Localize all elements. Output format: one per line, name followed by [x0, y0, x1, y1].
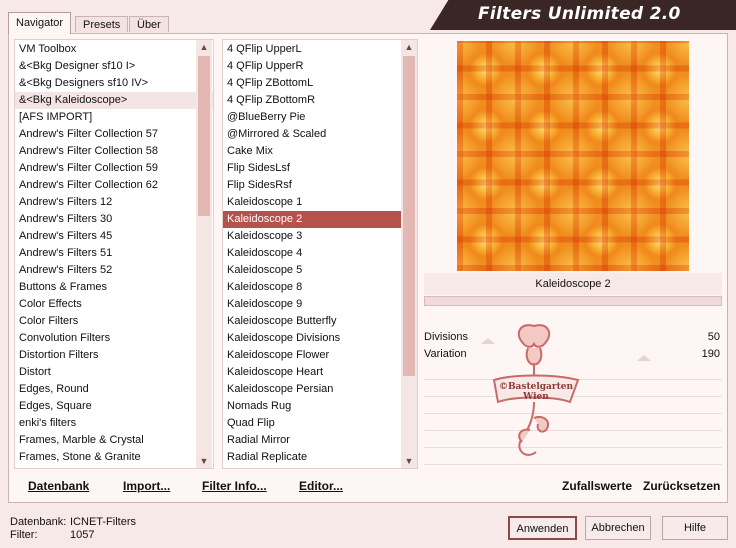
list-item[interactable]: Andrew's Filters 52 [15, 262, 213, 279]
list-item[interactable]: Kaleidoscope 3 [223, 228, 417, 245]
list-item[interactable]: Andrew's Filter Collection 62 [15, 177, 213, 194]
tab-presets[interactable]: Presets [75, 16, 129, 32]
list-item[interactable]: Edges, Square [15, 398, 213, 415]
list-item[interactable]: Kaleidoscope 9 [223, 296, 417, 313]
param-label: Variation [424, 348, 467, 360]
list-item[interactable]: 4 QFlip ZBottomR [223, 92, 417, 109]
category-list[interactable]: VM Toolbox &<Bkg Designer sf10 I> &<Bkg De… [14, 39, 214, 469]
list-item[interactable]: 4 QFlip UpperR [223, 58, 417, 75]
progress-bar [424, 296, 722, 306]
watermark-text-1: ©Bastelgarten [499, 382, 574, 392]
list-item[interactable]: Convolution Filters [15, 330, 213, 347]
list-item[interactable]: Distort [15, 364, 213, 381]
random-values-button[interactable]: Zufallswerte [562, 479, 632, 493]
param-label: Divisions [424, 331, 469, 343]
category-scrollbar[interactable]: ▲ ▼ [196, 40, 212, 468]
status-filter-label: Filter: [10, 529, 38, 541]
list-item[interactable]: Radial Replicate [223, 449, 417, 466]
list-item[interactable]: Kaleidoscope 8 [223, 279, 417, 296]
list-item[interactable]: Kaleidoscope Butterfly [223, 313, 417, 330]
app-title: Filters Unlimited 2.0 [478, 4, 681, 24]
preview-filter-name: Kaleidoscope 2 [424, 273, 722, 295]
list-item[interactable]: Kaleidoscope 1 [223, 194, 417, 211]
list-item[interactable]: VM Toolbox [15, 41, 213, 58]
scroll-up-icon[interactable]: ▲ [196, 40, 212, 54]
list-item[interactable]: &<Bkg Designers sf10 IV> [15, 75, 213, 92]
list-item[interactable]: Andrew's Filters 45 [15, 228, 213, 245]
list-item[interactable]: Kaleidoscope 2 [223, 211, 417, 228]
list-item[interactable]: Distortion Filters [15, 347, 213, 364]
cancel-button[interactable]: Abbrechen [585, 516, 651, 540]
list-item[interactable]: enki's filters [15, 415, 213, 432]
list-item[interactable]: Kaleidoscope 4 [223, 245, 417, 262]
list-item[interactable]: Cake Mix [223, 143, 417, 160]
reset-button[interactable]: Zurücksetzen [643, 479, 720, 493]
list-item[interactable]: &<Bkg Kaleidoscope> [15, 92, 213, 109]
preview-pattern [457, 41, 689, 271]
list-item[interactable]: Andrew's Filter Collection 58 [15, 143, 213, 160]
list-item[interactable]: Andrew's Filters 12 [15, 194, 213, 211]
list-item[interactable]: Nomads Rug [223, 398, 417, 415]
filter-info-button[interactable]: Filter Info... [202, 479, 267, 493]
list-item[interactable]: Color Effects [15, 296, 213, 313]
watermark-logo: ©Bastelgarten Wien [492, 324, 580, 456]
list-item[interactable]: Kaleidoscope 5 [223, 262, 417, 279]
tab-uber[interactable]: Über [129, 16, 169, 32]
list-item[interactable]: Kaleidoscope Flower [223, 347, 417, 364]
param-value: 50 [707, 331, 720, 343]
editor-button[interactable]: Editor... [299, 479, 343, 493]
filter-list[interactable]: 4 QFlip UpperL 4 QFlip UpperR 4 QFlip ZBot… [222, 39, 418, 469]
list-item[interactable]: Andrew's Filter Collection 59 [15, 160, 213, 177]
list-item[interactable]: Andrew's Filter Collection 57 [15, 126, 213, 143]
scroll-down-icon[interactable]: ▼ [196, 454, 212, 468]
list-item[interactable]: 4 QFlip UpperL [223, 41, 417, 58]
list-item[interactable]: Edges, Round [15, 381, 213, 398]
apply-button[interactable]: Anwenden [508, 516, 577, 540]
list-item[interactable]: Color Filters [15, 313, 213, 330]
list-item[interactable]: Kaleidoscope Divisions [223, 330, 417, 347]
list-item[interactable]: Frames, Stone & Granite [15, 449, 213, 466]
help-button[interactable]: Hilfe [662, 516, 728, 540]
status-db-label: Datenbank: [10, 516, 67, 528]
list-item[interactable]: Buttons & Frames [15, 279, 213, 296]
watermark-text-2: Wien [522, 392, 549, 402]
param-value: 190 [701, 348, 720, 360]
scroll-thumb[interactable] [403, 56, 415, 376]
tab-navigator[interactable]: Navigator [8, 12, 72, 34]
scroll-thumb[interactable] [198, 56, 210, 216]
list-item[interactable]: Frames, Marble & Crystal [15, 432, 213, 449]
list-item[interactable]: @Mirrored & Scaled [223, 126, 417, 143]
list-item[interactable]: Quad Flip [223, 415, 417, 432]
status-db-value: ICNET-Filters [70, 516, 136, 528]
list-item[interactable]: &<Bkg Designer sf10 I> [15, 58, 213, 75]
list-item[interactable]: Flip SidesRsf [223, 177, 417, 194]
database-button[interactable]: Datenbank [28, 479, 89, 493]
list-item[interactable]: [AFS IMPORT] [15, 109, 213, 126]
slider-thumb[interactable] [637, 355, 651, 361]
list-item[interactable]: Kaleidoscope Persian [223, 381, 417, 398]
list-item[interactable]: Kaleidoscope Heart [223, 364, 417, 381]
list-item[interactable]: @BlueBerry Pie [223, 109, 417, 126]
list-item[interactable]: Andrew's Filters 51 [15, 245, 213, 262]
list-item[interactable]: Flip SidesLsf [223, 160, 417, 177]
scroll-down-icon[interactable]: ▼ [401, 454, 417, 468]
scroll-up-icon[interactable]: ▲ [401, 40, 417, 54]
import-button[interactable]: Import... [123, 479, 170, 493]
list-item[interactable]: Radial Mirror [223, 432, 417, 449]
status-filter-count: 1057 [70, 529, 95, 541]
list-item[interactable]: 4 QFlip ZBottomL [223, 75, 417, 92]
filter-scrollbar[interactable]: ▲ ▼ [401, 40, 417, 468]
list-item[interactable]: Andrew's Filters 30 [15, 211, 213, 228]
